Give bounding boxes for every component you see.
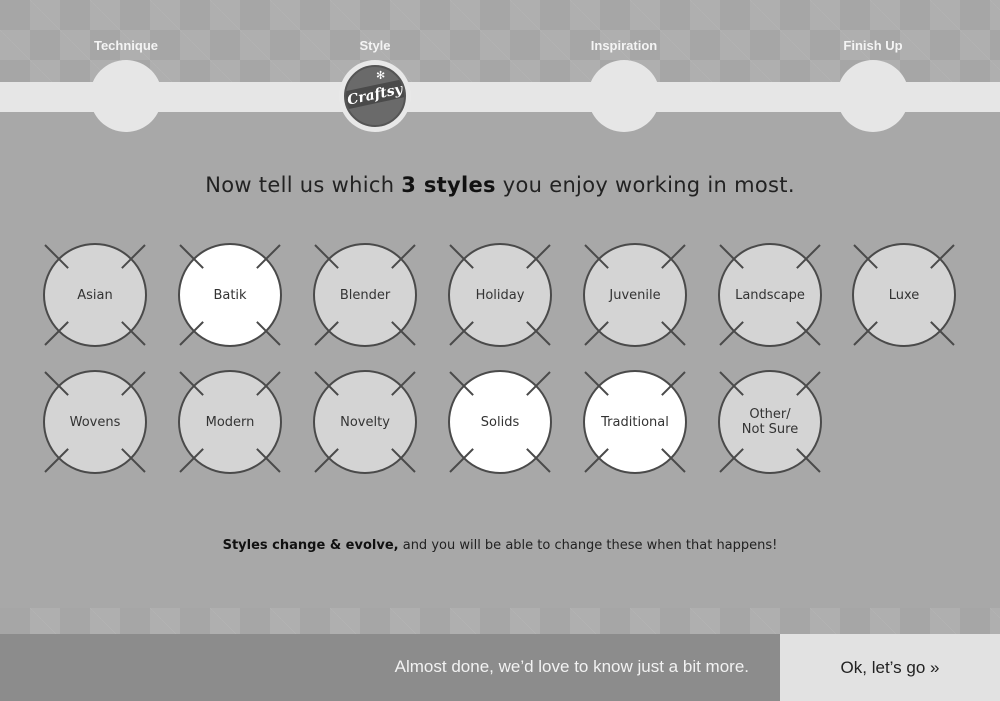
step-dot-technique [90,60,162,132]
style-option-landscape[interactable]: Landscape [718,243,822,347]
style-option-luxe[interactable]: Luxe [852,243,956,347]
step-dot-inspiration [588,60,660,132]
craftsy-logo-icon: ✻ Craftsy [344,65,406,127]
style-option-batik[interactable]: Batik [178,243,282,347]
style-option-other-not-sure[interactable]: Other/ Not Sure [718,370,822,474]
style-option-label: Holiday [475,287,525,303]
style-option-label: Juvenile [609,287,661,303]
style-option-traditional[interactable]: Traditional [583,370,687,474]
footer-message: Almost done, we’d love to know just a bi… [394,657,749,676]
style-option-label: Luxe [888,287,920,303]
style-option-label: Landscape [735,287,805,303]
style-option-wovens[interactable]: Wovens [43,370,147,474]
style-option-label: Blender [339,287,391,303]
style-option-label: Other/ Not Sure [741,407,799,437]
style-option-juvenile[interactable]: Juvenile [583,243,687,347]
step-label-finish-up: Finish Up [843,38,903,53]
style-option-novelty[interactable]: Novelty [313,370,417,474]
style-option-holiday[interactable]: Holiday [448,243,552,347]
step-label-style: Style [359,38,391,53]
footer-pattern [0,608,1000,634]
style-option-label: Batik [213,287,247,303]
step-label-technique: Technique [93,38,159,53]
continue-button[interactable]: Ok, let’s go » [780,634,1000,701]
style-option-label: Traditional [601,414,669,430]
style-option-blender[interactable]: Blender [313,243,417,347]
step-label-inspiration: Inspiration [590,38,658,53]
style-option-asian[interactable]: Asian [43,243,147,347]
style-option-label: Asian [77,287,113,303]
page-headline: Now tell us which 3 styles you enjoy wor… [205,173,795,197]
step-dot-style: ✻ Craftsy [339,60,411,132]
style-option-label: Novelty [340,414,390,430]
style-option-label: Modern [205,414,255,430]
style-option-label: Solids [480,414,520,430]
style-option-label: Wovens [69,414,121,430]
style-option-solids[interactable]: Solids [448,370,552,474]
style-option-modern[interactable]: Modern [178,370,282,474]
styles-note: Styles change & evolve, and you will be … [222,538,778,553]
step-dot-finish-up [837,60,909,132]
